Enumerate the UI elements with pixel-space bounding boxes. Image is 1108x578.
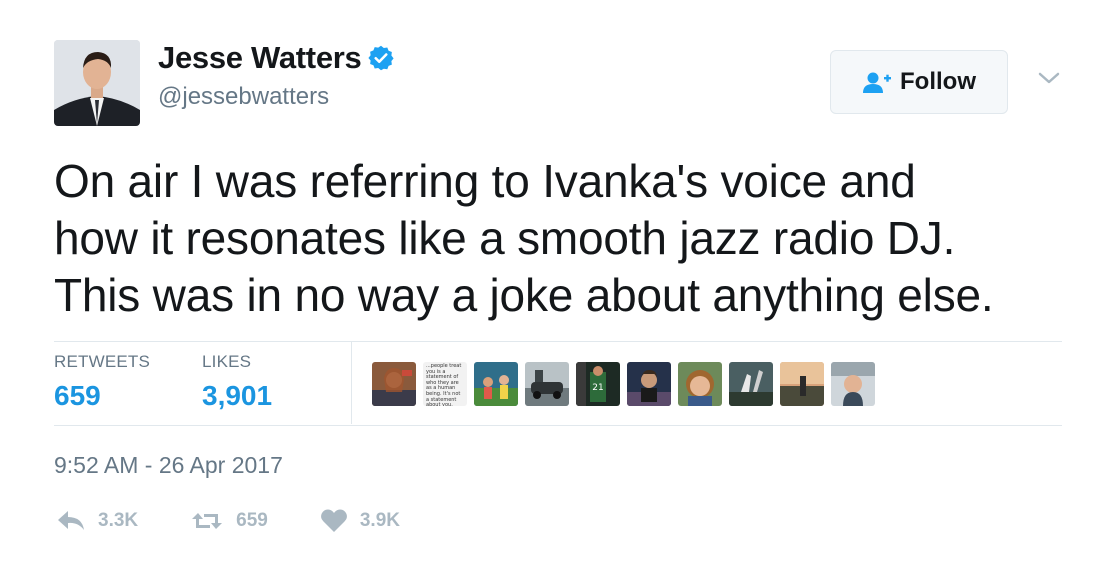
tweet-text-line: On air I was referring to Ivanka's voice… bbox=[54, 155, 916, 207]
tweet-timestamp[interactable]: 9:52 AM - 26 Apr 2017 bbox=[54, 452, 283, 479]
author-handle[interactable]: @jessebwatters bbox=[158, 83, 329, 111]
tweet-text-line: This was in no way a joke about anything… bbox=[54, 269, 994, 321]
liker-avatar-text[interactable]: ...people treat you is a statement of wh… bbox=[423, 362, 467, 406]
reply-icon bbox=[58, 511, 84, 530]
likes-count: 3,901 bbox=[202, 380, 273, 411]
tweet-text-line: how it resonates like a smooth jazz radi… bbox=[54, 212, 956, 264]
likes-label: LIKES bbox=[202, 352, 252, 371]
chevron-down-icon[interactable] bbox=[1036, 68, 1062, 88]
heart-icon bbox=[320, 509, 347, 532]
author-avatar[interactable] bbox=[54, 40, 140, 126]
tweet-text: On air I was referring to Ivanka's voice… bbox=[54, 153, 1084, 324]
avatar-photo bbox=[54, 40, 140, 126]
follow-button-label: Follow bbox=[900, 68, 976, 95]
author-name-row: Jesse Watters bbox=[158, 40, 395, 76]
liker-avatar[interactable] bbox=[729, 362, 773, 406]
like-button[interactable]: 3.9K bbox=[320, 508, 400, 534]
liker-avatar[interactable] bbox=[831, 362, 875, 406]
follow-button[interactable]: Follow bbox=[830, 50, 1008, 114]
retweets-count: 659 bbox=[54, 380, 101, 411]
add-user-icon bbox=[863, 72, 891, 93]
liker-avatar[interactable] bbox=[525, 362, 569, 406]
author-display-name[interactable]: Jesse Watters bbox=[158, 40, 362, 76]
retweets-stat[interactable]: RETWEETS 659 bbox=[54, 352, 150, 412]
likes-stat[interactable]: LIKES 3,901 bbox=[202, 352, 272, 412]
liker-avatar[interactable]: 21 bbox=[576, 362, 620, 406]
divider bbox=[54, 425, 1062, 426]
stats-separator bbox=[351, 342, 352, 424]
liker-avatar[interactable] bbox=[678, 362, 722, 406]
verified-badge-icon bbox=[368, 45, 395, 71]
like-count: 3.9K bbox=[359, 510, 400, 531]
retweets-label: RETWEETS bbox=[54, 352, 151, 371]
divider bbox=[54, 341, 1062, 342]
liker-avatar[interactable] bbox=[372, 362, 416, 406]
likers-avatars: ...people treat you is a statement of wh… bbox=[372, 362, 882, 406]
retweet-icon bbox=[192, 513, 223, 529]
retweet-button[interactable]: 659 bbox=[190, 509, 268, 533]
reply-button[interactable]: 3.3K bbox=[56, 508, 138, 534]
retweet-count: 659 bbox=[236, 510, 268, 531]
svg-text:21: 21 bbox=[592, 383, 603, 393]
liker-avatar[interactable] bbox=[474, 362, 518, 406]
tweet-actions: 3.3K 659 3.9K bbox=[56, 508, 452, 534]
reply-count: 3.3K bbox=[98, 510, 139, 531]
liker-avatar[interactable] bbox=[627, 362, 671, 406]
liker-avatar[interactable] bbox=[780, 362, 824, 406]
